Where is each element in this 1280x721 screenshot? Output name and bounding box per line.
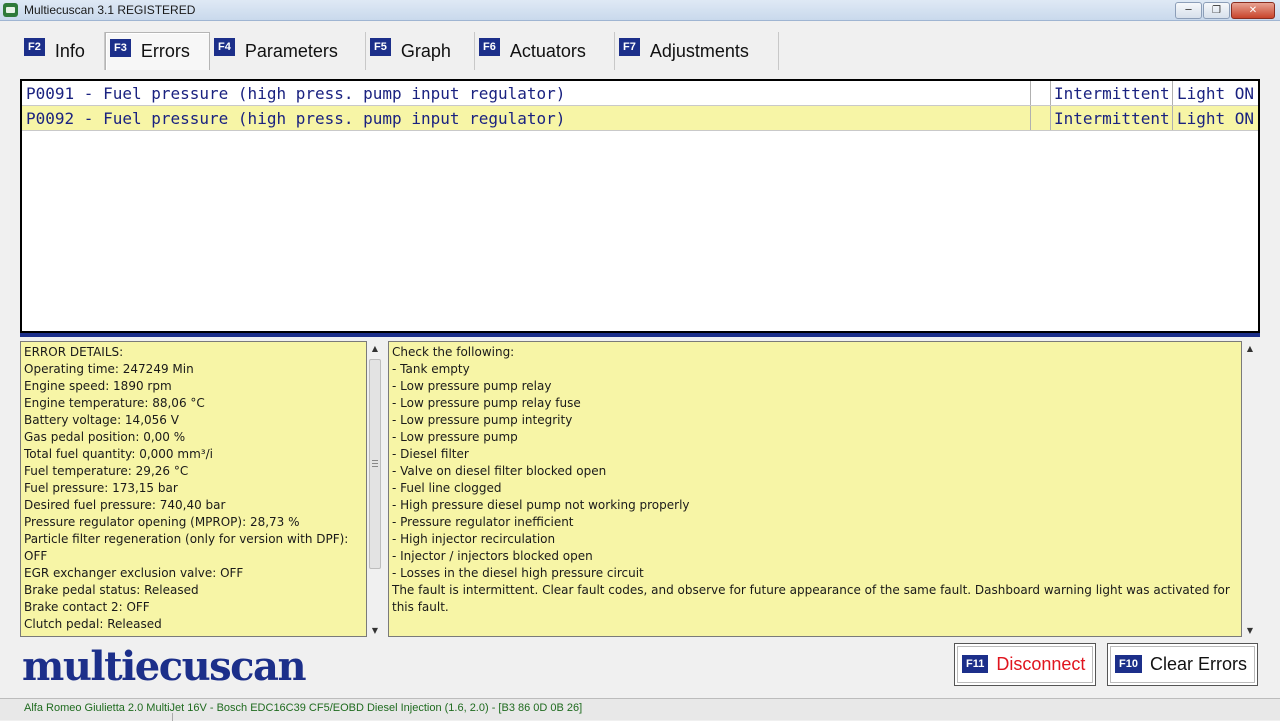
detail-line: Particle filter regeneration (only for v… bbox=[24, 532, 349, 563]
window-controls: ─ ❐ ✕ bbox=[1174, 2, 1275, 19]
detail-line: Fuel pressure: 173,15 bar bbox=[24, 481, 178, 495]
checklist-line: - Valve on diesel filter blocked open bbox=[392, 464, 607, 478]
checklist-line: - Pressure regulator inefficient bbox=[392, 515, 574, 529]
error-status: Intermittent bbox=[1054, 109, 1170, 128]
checklist-line: - Low pressure pump relay fuse bbox=[392, 396, 581, 410]
minimize-button[interactable]: ─ bbox=[1175, 2, 1202, 19]
grip-icon bbox=[372, 460, 378, 467]
column-divider bbox=[1172, 81, 1173, 105]
fkey-badge: F6 bbox=[479, 38, 500, 56]
details-scrollbar[interactable]: ▲ ▼ bbox=[367, 341, 383, 637]
fkey-badge: F5 bbox=[370, 38, 391, 56]
error-list: P0091 - Fuel pressure (high press. pump … bbox=[20, 79, 1260, 333]
tab-label: Graph bbox=[400, 40, 451, 61]
tab-errors[interactable]: F3 Errors bbox=[105, 32, 210, 70]
column-divider bbox=[1030, 81, 1031, 105]
fkey-badge: F7 bbox=[619, 38, 640, 56]
tab-label: Info bbox=[54, 40, 85, 61]
column-divider bbox=[1172, 106, 1173, 130]
detail-line: Engine speed: 1890 rpm bbox=[24, 379, 172, 393]
checklist-line: - High pressure diesel pump not working … bbox=[392, 498, 690, 512]
maximize-button[interactable]: ❐ bbox=[1203, 2, 1230, 19]
error-code: P0092 - Fuel pressure (high press. pump … bbox=[26, 109, 566, 128]
detail-line: Battery voltage: 14,056 V bbox=[24, 413, 179, 427]
tab-actuators[interactable]: F6 Actuators bbox=[475, 32, 615, 70]
tab-label: Errors bbox=[140, 41, 190, 61]
fkey-badge: F3 bbox=[110, 38, 131, 57]
detail-line: ERROR DETAILS: bbox=[24, 345, 124, 359]
vehicle-status: Alfa Romeo Giulietta 2.0 MultiJet 16V - … bbox=[24, 702, 583, 714]
fkey-badge: F4 bbox=[214, 38, 235, 56]
error-light: Light ON bbox=[1177, 84, 1255, 103]
error-code: P0091 - Fuel pressure (high press. pump … bbox=[26, 84, 566, 103]
column-divider bbox=[1050, 81, 1051, 105]
error-status: Intermittent bbox=[1054, 84, 1170, 103]
fkey-badge: F11 bbox=[962, 654, 989, 673]
tab-bar: F2 Info F3 Errors F4 Parameters F5 Graph… bbox=[20, 32, 779, 70]
status-bar: Alfa Romeo Giulietta 2.0 MultiJet 16V - … bbox=[0, 698, 1280, 721]
clear-errors-button[interactable]: F10 Clear Errors bbox=[1107, 643, 1258, 686]
error-row-selected[interactable]: P0092 - Fuel pressure (high press. pump … bbox=[22, 106, 1258, 131]
checklist-line: - Tank empty bbox=[392, 362, 470, 376]
tab-graph[interactable]: F5 Graph bbox=[366, 32, 475, 70]
close-icon: ✕ bbox=[1248, 5, 1258, 16]
tab-info[interactable]: F2 Info bbox=[20, 32, 105, 70]
checklist-line: - Low pressure pump bbox=[392, 430, 518, 444]
checklist-line: - Low pressure pump relay bbox=[392, 379, 552, 393]
detail-line: Clutch pedal: Released bbox=[24, 617, 162, 631]
minimize-icon: ─ bbox=[1185, 5, 1192, 16]
tab-label: Adjustments bbox=[649, 40, 749, 61]
checklist-line: - Diesel filter bbox=[392, 447, 469, 461]
detail-line: Operating time: 247249 Min bbox=[24, 362, 194, 376]
checklist-line: - High injector recirculation bbox=[392, 532, 556, 546]
column-divider bbox=[1030, 106, 1031, 130]
detail-line: Pressure regulator opening (MPROP): 28,7… bbox=[24, 515, 300, 529]
tab-label: Parameters bbox=[244, 40, 338, 61]
close-button[interactable]: ✕ bbox=[1231, 2, 1275, 19]
multiecuscan-logo: multiecuscan bbox=[22, 643, 307, 690]
app-icon bbox=[3, 3, 18, 17]
list-divider bbox=[20, 333, 1260, 337]
checklist-scrollbar[interactable]: ▲ ▼ bbox=[1242, 341, 1258, 637]
checklist-line: - Injector / injectors blocked open bbox=[392, 549, 593, 563]
checklist-line: - Fuel line clogged bbox=[392, 481, 502, 495]
checklist-line: - Losses in the diesel high pressure cir… bbox=[392, 566, 644, 580]
checklist-line: Check the following: bbox=[392, 345, 515, 359]
window-title: Multiecuscan 3.1 REGISTERED bbox=[24, 3, 196, 17]
checklist-panel[interactable]: Check the following: - Tank empty - Low … bbox=[388, 341, 1242, 637]
scroll-down-icon[interactable]: ▼ bbox=[367, 623, 383, 637]
detail-line: Brake pedal status: Released bbox=[24, 583, 199, 597]
scroll-down-icon[interactable]: ▼ bbox=[1242, 623, 1258, 637]
error-light: Light ON bbox=[1177, 109, 1255, 128]
column-divider bbox=[1050, 106, 1051, 130]
tab-label: Actuators bbox=[509, 40, 586, 61]
clear-errors-label: Clear Errors bbox=[1149, 654, 1247, 674]
error-row[interactable]: P0091 - Fuel pressure (high press. pump … bbox=[22, 81, 1258, 106]
detail-line: Brake contact 2: OFF bbox=[24, 600, 150, 614]
scroll-up-icon[interactable]: ▲ bbox=[367, 341, 383, 355]
detail-line: Fuel temperature: 29,26 °C bbox=[24, 464, 189, 478]
disconnect-label: Disconnect bbox=[996, 654, 1086, 674]
checklist-note: The fault is intermittent. Clear fault c… bbox=[392, 583, 1230, 614]
detail-line: Engine temperature: 88,06 °C bbox=[24, 396, 205, 410]
detail-line: Total fuel quantity: 0,000 mm³/i bbox=[24, 447, 213, 461]
scroll-thumb[interactable] bbox=[369, 359, 381, 569]
tab-adjustments[interactable]: F7 Adjustments bbox=[615, 32, 779, 70]
checklist-line: - Low pressure pump integrity bbox=[392, 413, 573, 427]
scroll-up-icon[interactable]: ▲ bbox=[1242, 341, 1258, 355]
error-details-panel[interactable]: ERROR DETAILS: Operating time: 247249 Mi… bbox=[20, 341, 367, 637]
detail-line: Gas pedal position: 0,00 % bbox=[24, 430, 186, 444]
fkey-badge: F10 bbox=[1115, 654, 1142, 673]
restore-icon: ❐ bbox=[1212, 5, 1221, 16]
fkey-badge: F2 bbox=[24, 38, 45, 56]
detail-line: EGR exchanger exclusion valve: OFF bbox=[24, 566, 244, 580]
title-bar: Multiecuscan 3.1 REGISTERED ─ ❐ ✕ bbox=[0, 0, 1280, 21]
detail-line: Desired fuel pressure: 740,40 bar bbox=[24, 498, 226, 512]
tab-parameters[interactable]: F4 Parameters bbox=[210, 32, 366, 70]
disconnect-button[interactable]: F11 Disconnect bbox=[954, 643, 1096, 686]
